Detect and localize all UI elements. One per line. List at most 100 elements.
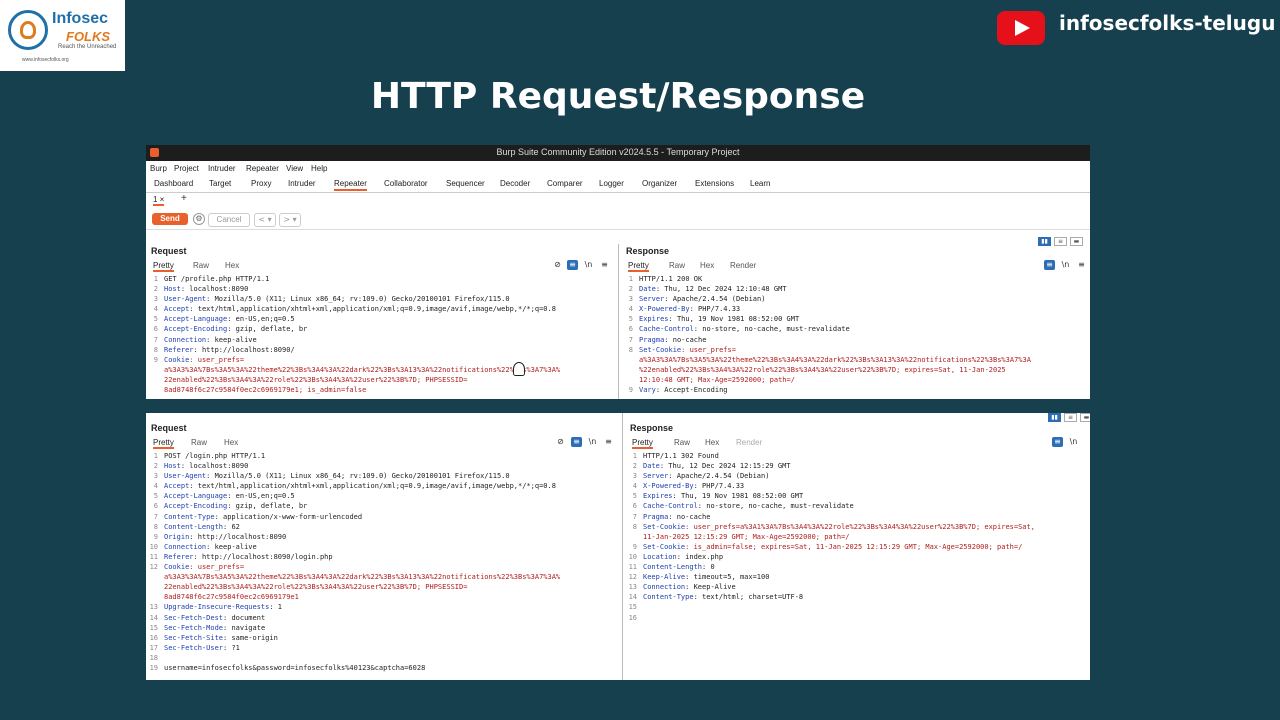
wrap-icon[interactable]: ≡: [1044, 260, 1055, 270]
code-line[interactable]: 2 Date: Thu, 12 Dec 2024 12:10:48 GMT: [621, 285, 1031, 295]
code-line[interactable]: 8ad8748f6c27c9584f0ec2c6969179e1; is_adm…: [146, 386, 560, 396]
hide-icon[interactable]: ⊘: [555, 437, 566, 447]
tab-organizer[interactable]: Organizer: [642, 179, 677, 188]
code-line[interactable]: 4 X-Powered-By: PHP/7.4.33: [625, 482, 1035, 492]
code-line[interactable]: 9 Cookie: user_prefs=: [146, 356, 560, 366]
code-line[interactable]: %22enabled%22%3Bs%3A4%3A%22role%22%3Bs%3…: [621, 366, 1031, 376]
code-line[interactable]: a%3A3%3A%7Bs%3A5%3A%22theme%22%3Bs%3A4%3…: [146, 366, 560, 376]
code-line[interactable]: 14 Content-Type: text/html; charset=UTF-8: [625, 593, 1035, 603]
code-line[interactable]: 8 Referer: http://localhost:8090/: [146, 346, 560, 356]
code-line[interactable]: 12 Cookie: user_prefs=: [146, 563, 560, 573]
code-line[interactable]: 1 GET /profile.php HTTP/1.1: [146, 275, 560, 285]
code-line[interactable]: 15 Sec-Fetch-Mode: navigate: [146, 624, 560, 634]
code-line[interactable]: 18: [146, 654, 560, 664]
code-line[interactable]: 5 Expires: Thu, 19 Nov 1981 08:52:00 GMT: [625, 492, 1035, 502]
tab-sequencer[interactable]: Sequencer: [446, 179, 485, 188]
layout-split-icon[interactable]: ▮▮: [1038, 237, 1051, 246]
tab-repeater[interactable]: Repeater: [334, 179, 367, 191]
code-line[interactable]: 16 Sec-Fetch-Site: same-origin: [146, 634, 560, 644]
code-line[interactable]: 9 Origin: http://localhost:8090: [146, 533, 560, 543]
newline-icon[interactable]: \n: [1060, 260, 1071, 270]
code-line[interactable]: 5 Accept-Language: en-US,en;q=0.5: [146, 492, 560, 502]
tab-target[interactable]: Target: [209, 179, 231, 188]
tab-pretty[interactable]: Pretty: [632, 438, 653, 449]
code-line[interactable]: 19 username=infosecfolks&password=infosec…: [146, 664, 560, 674]
code-line[interactable]: 12:10:48 GMT; Max-Age=2592000; path=/: [621, 376, 1031, 386]
wrap-icon[interactable]: ≡: [1052, 437, 1063, 447]
code-line[interactable]: 4 Accept: text/html,application/xhtml+xml…: [146, 482, 560, 492]
code-line[interactable]: 3 Server: Apache/2.4.54 (Debian): [621, 295, 1031, 305]
menu-icon[interactable]: ≡: [1076, 260, 1087, 270]
code-line[interactable]: 2 Host: localhost:8090: [146, 285, 560, 295]
code-line[interactable]: 2 Date: Thu, 12 Dec 2024 12:15:29 GMT: [625, 462, 1035, 472]
code-line[interactable]: 8ad8748f6c27c9584f0ec2c6969179e1: [146, 593, 560, 603]
tab-intruder[interactable]: Intruder: [288, 179, 316, 188]
tab-hex[interactable]: Hex: [705, 438, 719, 447]
code-line[interactable]: 22enabled%22%3Bs%3A4%3A%22role%22%3Bs%3A…: [146, 376, 560, 386]
menu-help[interactable]: Help: [311, 164, 327, 173]
tab-raw[interactable]: Raw: [193, 261, 209, 270]
tab-collaborator[interactable]: Collaborator: [384, 179, 428, 188]
tab-pretty[interactable]: Pretty: [153, 261, 174, 272]
cancel-button[interactable]: Cancel: [208, 213, 250, 227]
newline-icon[interactable]: \n: [583, 260, 594, 270]
code-line[interactable]: 9 Set-Cookie: is_admin=false; expires=Sat…: [625, 543, 1035, 553]
code-line[interactable]: 4 X-Powered-By: PHP/7.4.33: [621, 305, 1031, 315]
repeater-tab-1[interactable]: 1 ×: [153, 195, 165, 206]
tab-raw[interactable]: Raw: [669, 261, 685, 270]
menu-intruder[interactable]: Intruder: [208, 164, 236, 173]
code-line[interactable]: 17 Sec-Fetch-User: ?1: [146, 644, 560, 654]
code-line[interactable]: a%3A3%3A%7Bs%3A5%3A%22theme%22%3Bs%3A4%3…: [146, 573, 560, 583]
code-line[interactable]: 1 POST /login.php HTTP/1.1: [146, 452, 560, 462]
code-line[interactable]: 13 Upgrade-Insecure-Requests: 1: [146, 603, 560, 613]
code-line[interactable]: 14 Sec-Fetch-Dest: document: [146, 614, 560, 624]
code-line[interactable]: 11-Jan-2025 12:15:29 GMT; Max-Age=259200…: [625, 533, 1035, 543]
code-line[interactable]: 8 Set-Cookie: user_prefs=a%3A1%3A%7Bs%3A4…: [625, 523, 1035, 533]
tab-decoder[interactable]: Decoder: [500, 179, 530, 188]
tab-pretty[interactable]: Pretty: [153, 438, 174, 449]
code-line[interactable]: 3 User-Agent: Mozilla/5.0 (X11; Linux x86…: [146, 472, 560, 482]
code-line[interactable]: 16: [625, 614, 1035, 624]
tab-logger[interactable]: Logger: [599, 179, 624, 188]
code-line[interactable]: 13 Connection: Keep-Alive: [625, 583, 1035, 593]
layout-split-icon[interactable]: ▮▮: [1048, 413, 1061, 422]
code-line[interactable]: 4 Accept: text/html,application/xhtml+xml…: [146, 305, 560, 315]
tab-raw[interactable]: Raw: [674, 438, 690, 447]
layout-tabs-icon[interactable]: ▬: [1070, 237, 1083, 246]
code-line[interactable]: 10 Connection: keep-alive: [146, 543, 560, 553]
code-line[interactable]: 11 Content-Length: 0: [625, 563, 1035, 573]
code-line[interactable]: 3 Server: Apache/2.4.54 (Debian): [625, 472, 1035, 482]
code-line[interactable]: 7 Pragma: no-cache: [621, 336, 1031, 346]
wrap-icon[interactable]: ≡: [567, 260, 578, 270]
code-line[interactable]: 9 Vary: Accept-Encoding: [621, 386, 1031, 396]
pane-divider[interactable]: [622, 413, 623, 680]
tab-hex[interactable]: Hex: [700, 261, 714, 270]
code-line[interactable]: a%3A3%3A%7Bs%3A5%3A%22theme%22%3Bs%3A4%3…: [621, 356, 1031, 366]
code-line[interactable]: 8 Content-Length: 62: [146, 523, 560, 533]
menu-icon[interactable]: ≡: [599, 260, 610, 270]
code-line[interactable]: 6 Accept-Encoding: gzip, deflate, br: [146, 502, 560, 512]
code-line[interactable]: 5 Expires: Thu, 19 Nov 1981 08:52:00 GMT: [621, 315, 1031, 325]
tab-render[interactable]: Render: [736, 438, 762, 447]
code-line[interactable]: 6 Cache-Control: no-store, no-cache, must…: [625, 502, 1035, 512]
hide-icon[interactable]: ⊘: [552, 260, 563, 270]
code-line[interactable]: 5 Accept-Language: en-US,en;q=0.5: [146, 315, 560, 325]
pane-divider[interactable]: [618, 244, 619, 399]
layout-horizontal-icon[interactable]: ≡: [1064, 413, 1077, 422]
tab-hex[interactable]: Hex: [225, 261, 239, 270]
tab-proxy[interactable]: Proxy: [251, 179, 271, 188]
code-line[interactable]: 6 Accept-Encoding: gzip, deflate, br: [146, 325, 560, 335]
code-line[interactable]: 7 Connection: keep-alive: [146, 336, 560, 346]
code-line[interactable]: 22enabled%22%3Bs%3A4%3A%22role%22%3Bs%3A…: [146, 583, 560, 593]
code-line[interactable]: 11 Referer: http://localhost:8090/login.p…: [146, 553, 560, 563]
code-line[interactable]: 7 Pragma: no-cache: [625, 513, 1035, 523]
tab-comparer[interactable]: Comparer: [547, 179, 583, 188]
layout-horizontal-icon[interactable]: ≡: [1054, 237, 1067, 246]
menu-repeater[interactable]: Repeater: [246, 164, 279, 173]
menu-icon[interactable]: ≡: [603, 437, 614, 447]
add-tab-button[interactable]: +: [181, 193, 187, 204]
newline-icon[interactable]: \n: [1068, 437, 1079, 447]
forward-button[interactable]: > ▾: [279, 213, 301, 227]
tab-raw[interactable]: Raw: [191, 438, 207, 447]
tab-pretty[interactable]: Pretty: [628, 261, 649, 272]
